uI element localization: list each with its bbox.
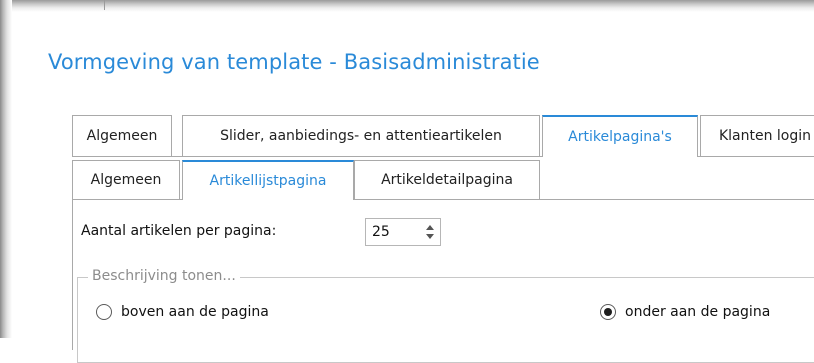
subtab-artikeldetailpagina[interactable]: Artikeldetailpagina xyxy=(354,160,540,199)
subtab-algemeen[interactable]: Algemeen xyxy=(72,160,180,199)
window-title: Vormgeving van template - Basisadministr… xyxy=(48,50,540,74)
description-groupbox: Beschrijving tonen... boven aan de pagin… xyxy=(77,268,814,363)
window-edge-marker xyxy=(104,0,105,10)
tab-klanten-login[interactable]: Klanten login xyxy=(700,115,814,156)
spin-up-icon[interactable] xyxy=(426,225,434,230)
window-shadow-top xyxy=(0,0,814,12)
tab-content-panel: Aantal artikelen per pagina: 25 Beschrij… xyxy=(72,199,814,363)
window-shadow-left xyxy=(0,0,12,338)
articles-per-page-stepper[interactable]: 25 xyxy=(365,218,441,246)
radio-checked-icon[interactable] xyxy=(600,304,616,320)
articles-per-page-value[interactable]: 25 xyxy=(372,224,390,240)
radio-top-label[interactable]: boven aan de pagina xyxy=(121,304,269,320)
radio-bottom-label[interactable]: onder aan de pagina xyxy=(625,304,770,320)
dialog-window: Vormgeving van template - Basisadministr… xyxy=(12,12,814,363)
tab-slider-aanbiedingen[interactable]: Slider, aanbiedings- en attentieartikele… xyxy=(182,115,540,156)
sub-tab-bar: Algemeen Artikellijstpagina Artikeldetai… xyxy=(72,160,814,200)
main-tab-bar: Algemeen Slider, aanbiedings- en attenti… xyxy=(72,115,814,157)
tab-bar-baseline xyxy=(72,156,814,157)
spin-down-icon[interactable] xyxy=(426,234,434,239)
subtab-artikellijstpagina[interactable]: Artikellijstpagina xyxy=(182,160,354,200)
description-group-legend: Beschrijving tonen... xyxy=(88,268,240,284)
radio-option-top[interactable]: boven aan de pagina xyxy=(96,302,269,322)
radio-unchecked-icon[interactable] xyxy=(96,304,112,320)
tab-artikelpaginas[interactable]: Artikelpagina's xyxy=(542,115,698,157)
articles-per-page-label: Aantal artikelen per pagina: xyxy=(81,223,277,239)
tab-algemeen[interactable]: Algemeen xyxy=(72,115,172,156)
radio-option-bottom[interactable]: onder aan de pagina xyxy=(600,302,770,322)
